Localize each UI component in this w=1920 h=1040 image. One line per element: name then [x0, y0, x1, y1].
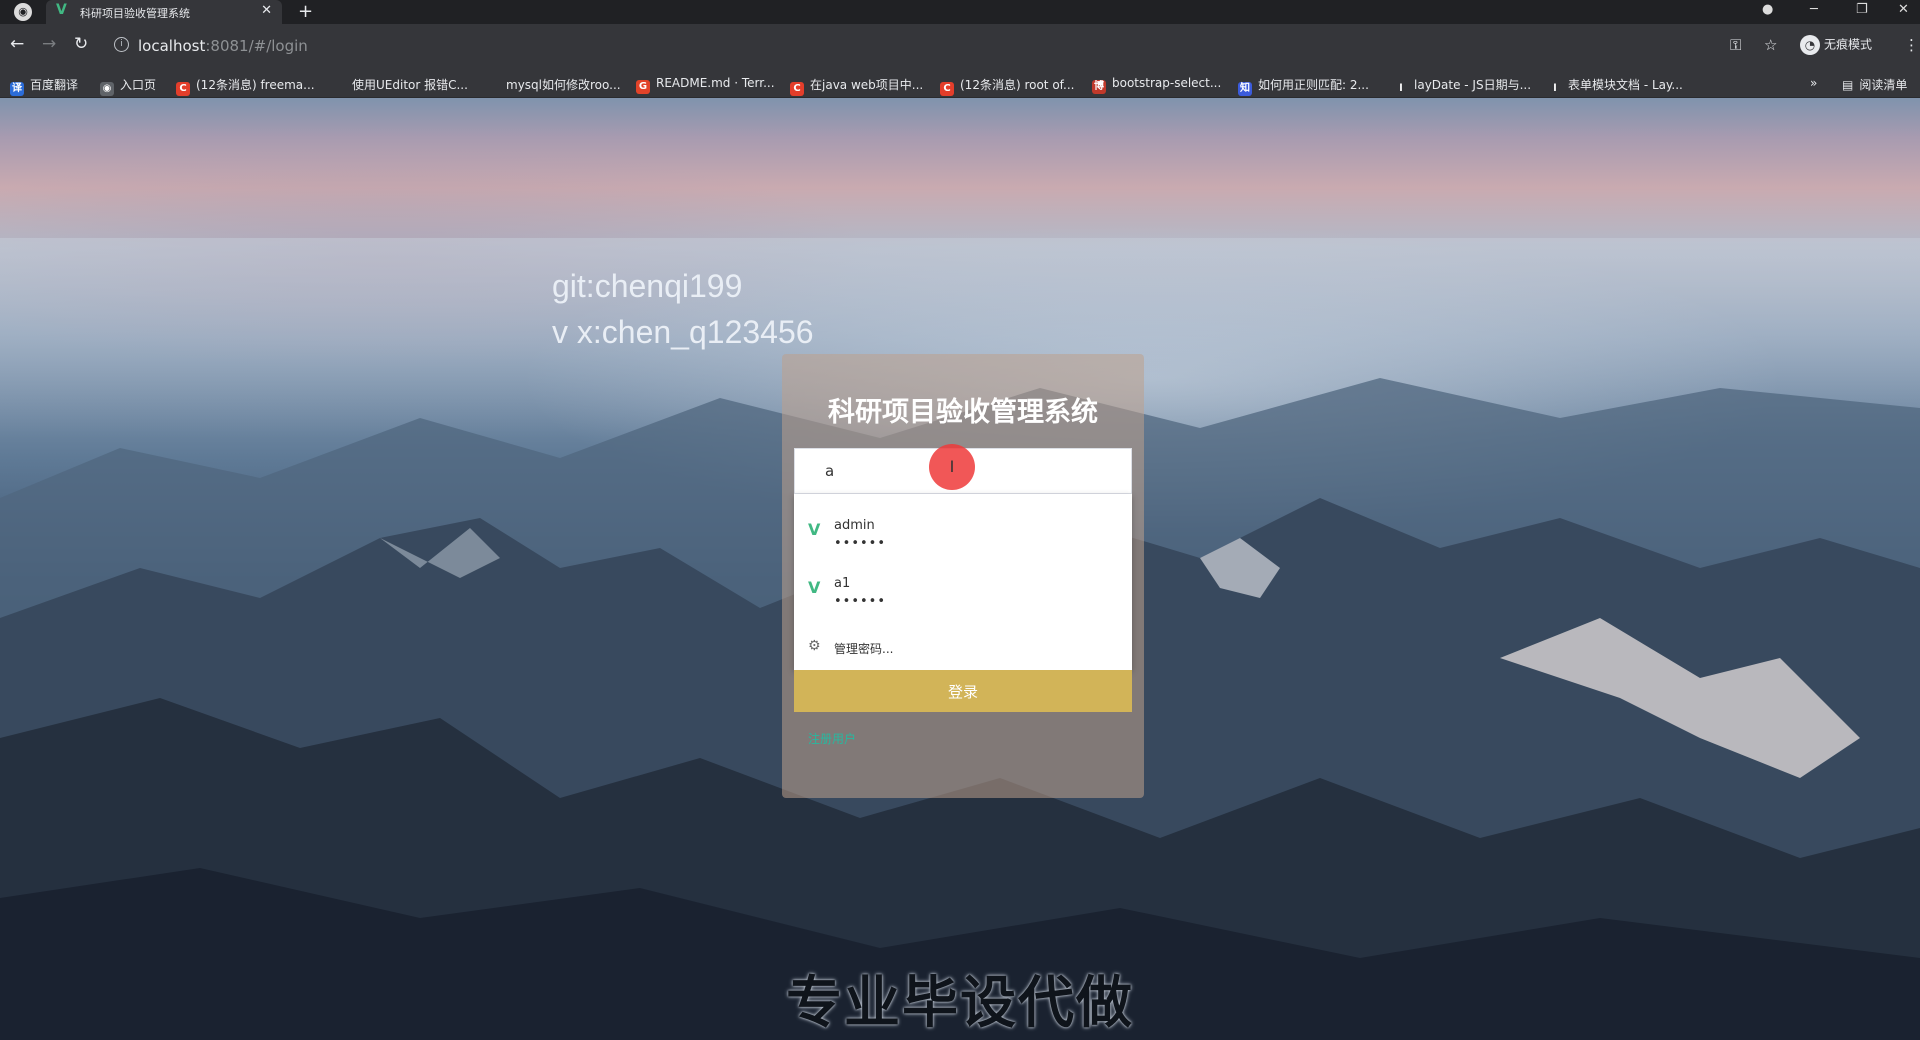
bookmark-star-icon[interactable]: ☆	[1764, 36, 1777, 54]
bookmark-label: 在java web项目中...	[810, 78, 924, 92]
bookmark-item[interactable]: 知如何用正则匹配: 2...	[1238, 76, 1369, 96]
login-card: 科研项目验收管理系统 V admin •••••• V a1 •••••• ⚙ …	[782, 354, 1144, 798]
forward-icon[interactable]: →	[42, 34, 56, 54]
bookmark-item[interactable]: mysql如何修改roo...	[506, 76, 621, 93]
url-path: :8081/#/login	[205, 37, 308, 55]
watermark-text: git:chenqi199 v x:chen_q123456	[552, 263, 814, 355]
bookmark-label: 百度翻译	[30, 78, 79, 92]
watermark-git: git:chenqi199	[552, 268, 743, 304]
bookmarks-bar: 译百度翻译 ◉ 入口页 C (12条消息) freema... 使用UEditor …	[0, 68, 1920, 98]
bookmark-label: 使用UEditor 报错C...	[352, 78, 468, 92]
bookmark-item[interactable]: G README.md · Terr...	[636, 76, 775, 94]
new-tab-icon[interactable]: +	[298, 1, 313, 22]
bookmark-item[interactable]: l 表单模块文档 - Lay...	[1548, 76, 1683, 96]
browser-toolbar: ← → ↻ i localhost:8081/#/login ⚿ ☆ ◔ 无痕模式…	[0, 24, 1920, 68]
tab-close-icon[interactable]: ✕	[261, 3, 272, 18]
bookmark-item[interactable]: C (12条消息) freema...	[176, 76, 315, 96]
login-page: git:chenqi199 v x:chen_q123456 科研项目验收管理系…	[0, 98, 1920, 1040]
bookmark-item[interactable]: 博 bootstrap-select...	[1092, 76, 1221, 94]
bookmark-label: 入口页	[120, 78, 157, 92]
autofill-item[interactable]: V admin ••••••	[794, 504, 1132, 560]
window-close-icon[interactable]: ✕	[1898, 2, 1909, 17]
cursor-marker: I	[929, 444, 975, 490]
autofill-dropdown: V admin •••••• V a1 •••••• ⚙ 管理密码...	[794, 494, 1132, 670]
bookmark-item[interactable]: l layDate - JS日期与...	[1394, 76, 1531, 96]
autofill-username: admin	[834, 518, 875, 533]
text-cursor-icon: I	[949, 457, 955, 476]
vue-logo-icon: V	[808, 578, 821, 597]
manage-passwords-label: 管理密码...	[834, 642, 894, 656]
bookmark-label: layDate - JS日期与...	[1414, 78, 1532, 92]
bookmark-label: mysql如何修改roo...	[506, 78, 621, 92]
reading-list[interactable]: ▤ 阅读清单	[1842, 76, 1907, 93]
blog-icon: 博	[1092, 80, 1106, 94]
browser-menu-icon[interactable]: ◉	[14, 3, 32, 21]
site-info-icon[interactable]: i	[114, 37, 129, 52]
gitlab-icon: G	[636, 80, 650, 94]
autofill-password: ••••••	[834, 594, 887, 609]
gear-icon: ⚙	[808, 638, 821, 654]
zhihu-icon: 知	[1238, 82, 1252, 96]
register-link[interactable]: 注册用户	[808, 730, 856, 747]
bookmark-item[interactable]: C (12条消息) root of...	[940, 76, 1074, 96]
address-bar[interactable]: i localhost:8081/#/login	[104, 32, 1744, 60]
bookmark-item[interactable]: 使用UEditor 报错C...	[352, 76, 468, 93]
bottom-caption: 专业毕设代做	[786, 971, 1134, 1036]
key-icon[interactable]: ⚿	[1730, 36, 1741, 54]
tab-bar: ◉ V 科研项目验收管理系统 ✕ + ● ─ ❐ ✕	[0, 0, 1920, 24]
bookmark-label: README.md · Terr...	[656, 76, 775, 90]
restore-icon[interactable]: ❐	[1856, 2, 1868, 17]
bookmark-label: (12条消息) freema...	[196, 78, 315, 92]
url-host: localhost	[138, 37, 206, 55]
vue-favicon-icon: V	[56, 2, 67, 18]
autofill-password: ••••••	[834, 536, 887, 551]
incognito-label: 无痕模式	[1824, 37, 1873, 52]
reload-icon[interactable]: ↻	[74, 34, 88, 54]
bookmark-label: 表单模块文档 - Lay...	[1568, 78, 1683, 92]
globe-icon: ◉	[100, 82, 114, 96]
vue-logo-icon: V	[808, 520, 821, 539]
bookmark-item[interactable]: ◉ 入口页	[100, 76, 156, 96]
bookmark-label: 如何用正则匹配: 2...	[1258, 78, 1369, 92]
bookmarks-overflow-icon[interactable]: »	[1810, 76, 1817, 90]
layui-icon: l	[1399, 83, 1403, 94]
translate-icon: 译	[10, 82, 24, 96]
csdn-icon: C	[790, 82, 804, 96]
system-title: 科研项目验收管理系统	[828, 397, 1098, 428]
more-menu-icon[interactable]: ⋮	[1904, 36, 1919, 54]
csdn-icon: C	[940, 82, 954, 96]
csdn-icon: C	[176, 82, 190, 96]
bookmark-label: (12条消息) root of...	[960, 78, 1075, 92]
reading-list-label: 阅读清单	[1859, 78, 1908, 92]
url-text[interactable]: localhost:8081/#/login	[138, 37, 308, 55]
autofill-item[interactable]: V a1 ••••••	[794, 562, 1132, 618]
bookmark-item[interactable]: C 在java web项目中...	[790, 76, 923, 96]
login-button[interactable]: 登录	[794, 670, 1132, 712]
manage-passwords-item[interactable]: ⚙ 管理密码...	[794, 630, 1132, 666]
autofill-username: a1	[834, 576, 851, 591]
bookmark-item[interactable]: 译百度翻译	[10, 76, 78, 96]
bookmark-label: bootstrap-select...	[1112, 76, 1222, 90]
minimize-icon[interactable]: ─	[1810, 2, 1818, 17]
tab-title: 科研项目验收管理系统	[80, 7, 190, 20]
tab-active[interactable]: V 科研项目验收管理系统 ✕	[46, 0, 282, 24]
reading-list-icon: ▤	[1842, 78, 1854, 92]
layui-icon: l	[1553, 83, 1557, 94]
back-icon[interactable]: ←	[10, 34, 24, 54]
watermark-vx: v x:chen_q123456	[552, 314, 814, 350]
incognito-indicator[interactable]: ◔ 无痕模式	[1800, 35, 1872, 55]
incognito-icon: ◔	[1800, 35, 1820, 55]
profile-icon[interactable]: ●	[1762, 2, 1773, 17]
